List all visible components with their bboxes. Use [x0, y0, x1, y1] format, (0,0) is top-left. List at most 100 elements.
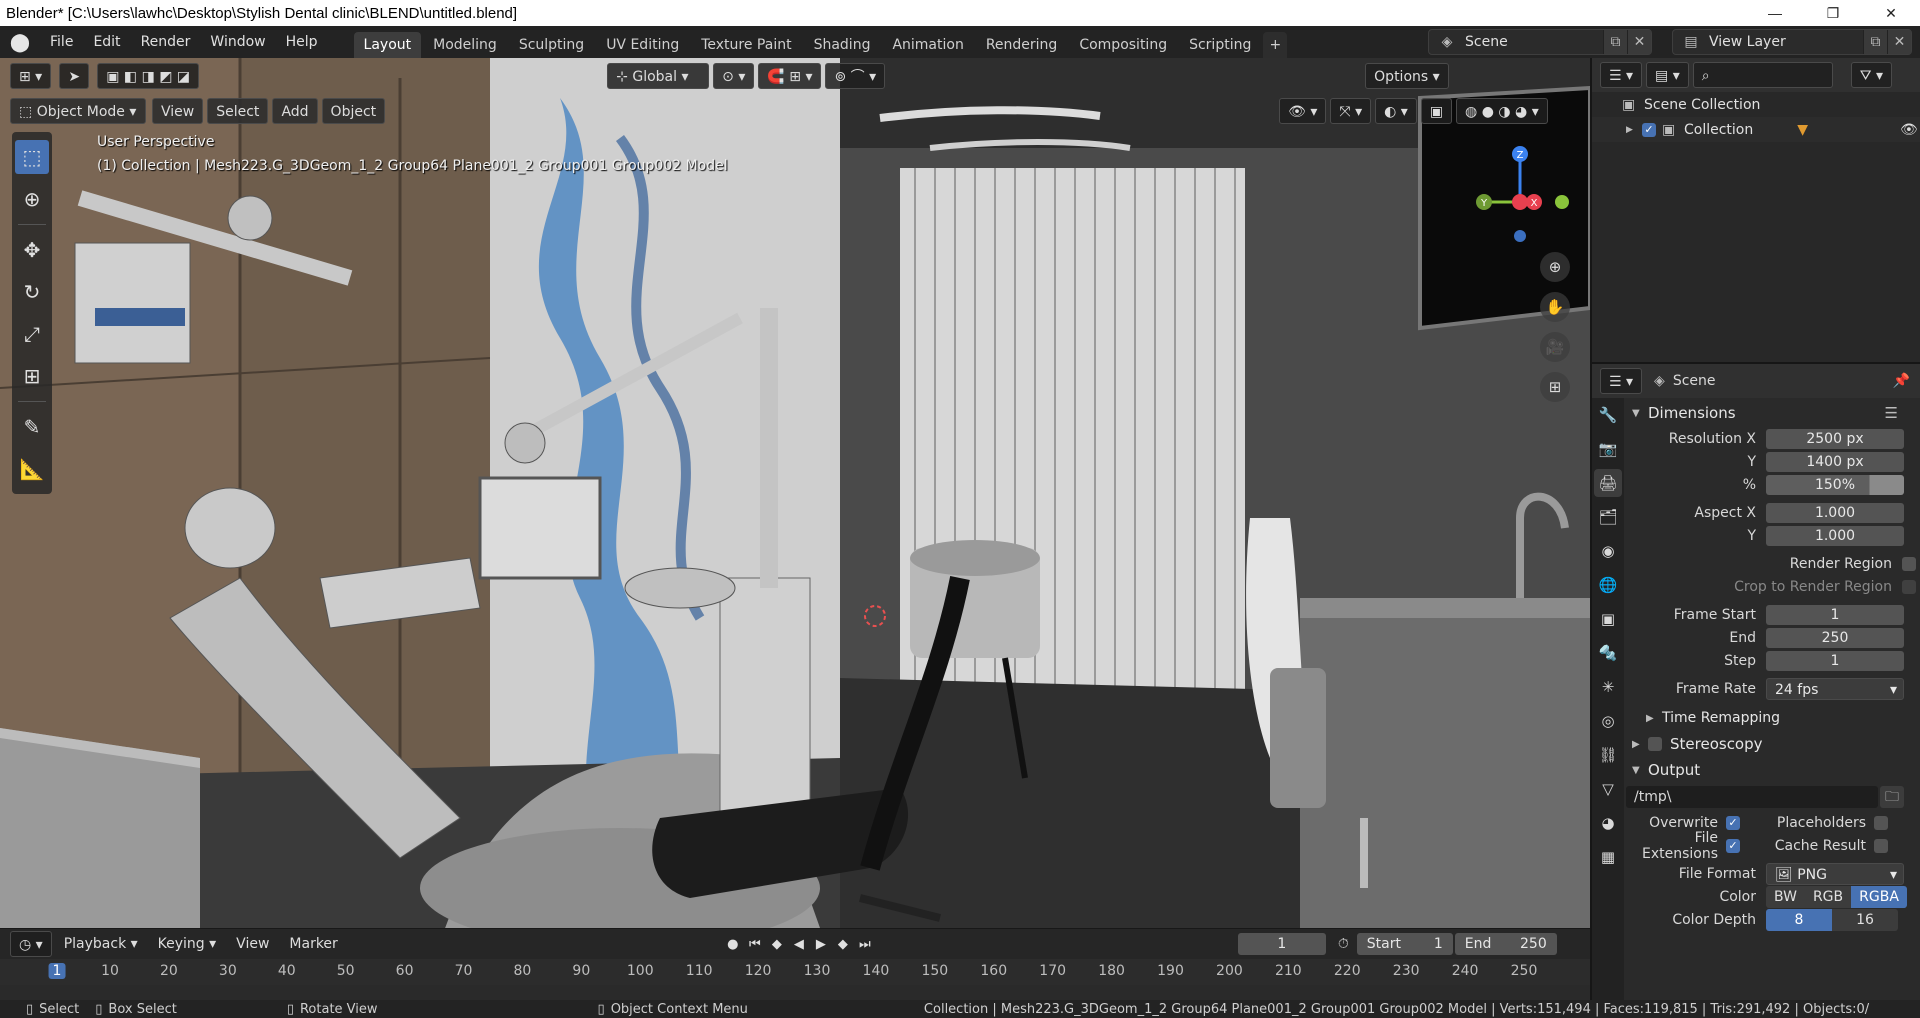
shading-mode-icons[interactable]: ◍ ● ◑ ◕ ▾ [1456, 98, 1548, 124]
stopwatch-icon[interactable]: ⏱ [1338, 936, 1349, 952]
pin-icon[interactable]: 📌 [1893, 373, 1910, 389]
file-extensions-checkbox[interactable]: ✓ [1726, 839, 1740, 853]
time-remapping-panel[interactable]: ▶ Time Remapping [1626, 705, 1920, 731]
select-mode-icons[interactable]: ▣ ◧ ◨ ◩ ◪ [97, 63, 200, 89]
frame-end-field[interactable]: 250 [1766, 628, 1904, 648]
tab-animation[interactable]: Animation [882, 32, 973, 58]
color-bw-option[interactable]: BW [1766, 886, 1805, 908]
add-menu[interactable]: Add [272, 98, 318, 124]
rotate-tool-icon[interactable]: ↻ [15, 275, 49, 309]
annotate-tool-icon[interactable]: ✎ [15, 410, 49, 444]
view-menu[interactable]: View [152, 98, 204, 124]
cache-result-checkbox[interactable] [1874, 839, 1888, 853]
color-rgba-option[interactable]: RGBA [1851, 886, 1907, 908]
tab-modeling[interactable]: Modeling [423, 32, 507, 58]
minimize-button[interactable]: — [1746, 0, 1804, 26]
world-tab-icon[interactable]: 🌐 [1594, 571, 1622, 599]
resolution-y-field[interactable]: 1400 px [1766, 452, 1904, 472]
end-frame-field[interactable]: End 250 [1454, 933, 1557, 955]
visibility-icon[interactable]: 👁 ▾ [1279, 98, 1327, 124]
resolution-x-field[interactable]: 2500 px [1766, 429, 1904, 449]
render-region-checkbox[interactable] [1902, 557, 1916, 571]
next-keyframe-icon[interactable]: ◆ [832, 937, 854, 952]
display-mode-icon[interactable]: ▤ ▾ [1646, 62, 1689, 88]
tab-compositing[interactable]: Compositing [1069, 32, 1177, 58]
color-rgb-option[interactable]: RGB [1804, 886, 1852, 908]
navigation-gizmo[interactable]: Z Y X [1470, 138, 1580, 258]
output-tab-icon[interactable]: 🖨 [1594, 469, 1622, 497]
output-panel-header[interactable]: ▼ Output [1626, 757, 1920, 783]
proportional-edit-toggle[interactable]: ⊚ ⌒ ▾ [825, 63, 886, 89]
object-menu[interactable]: Object [321, 98, 386, 124]
play-reverse-icon[interactable]: ◀ [788, 937, 810, 952]
cursor-tool-icon[interactable]: ⊕ [15, 182, 49, 216]
stereoscopy-panel-header[interactable]: ▶ Stereoscopy [1626, 731, 1920, 757]
3d-viewport[interactable]: ⊞ ▾ ➤ ▣ ◧ ◨ ◩ ◪ ⊹ Global ▾ ⊙ ▾ 🧲 ⊞ ▾ ⊚ ⌒… [0, 58, 1590, 928]
pan-hand-icon[interactable]: ✋ [1540, 292, 1570, 322]
outliner-search-input[interactable]: ⌕ [1692, 62, 1833, 88]
maximize-button[interactable]: ❐ [1804, 0, 1862, 26]
modifier-tab-icon[interactable]: 🔩 [1594, 639, 1622, 667]
gizmo-toggle-icon[interactable]: ⤧ ▾ [1330, 98, 1372, 124]
menu-help[interactable]: Help [276, 26, 328, 58]
menu-edit[interactable]: Edit [83, 26, 130, 58]
color-depth-8-option[interactable]: 8 [1766, 909, 1832, 931]
marker-menu[interactable]: Marker [281, 931, 345, 957]
play-icon[interactable]: ▶ [810, 937, 832, 952]
expand-arrow-icon[interactable]: ▶ [1626, 125, 1642, 135]
texture-tab-icon[interactable]: ▦ [1594, 843, 1622, 871]
constraints-tab-icon[interactable]: ⛓ [1594, 741, 1622, 769]
tab-scripting[interactable]: Scripting [1179, 32, 1261, 58]
prev-keyframe-icon[interactable]: ◆ [766, 937, 788, 952]
crop-region-checkbox[interactable] [1902, 580, 1916, 594]
menu-window[interactable]: Window [200, 26, 275, 58]
object-tab-icon[interactable]: ▣ [1594, 605, 1622, 633]
frame-rate-dropdown[interactable]: 24 fps ▾ [1766, 678, 1904, 700]
playback-menu[interactable]: Playback ▾ [56, 931, 146, 957]
transform-tool-icon[interactable]: ⊞ [15, 359, 49, 393]
ortho-toggle-icon[interactable]: ⊞ [1540, 372, 1570, 402]
color-depth-16-option[interactable]: 16 [1832, 909, 1898, 931]
timeline-ruler[interactable]: 1 10 20 30 40 50 60 70 80 90 100 110 120 130 140 150 160… [0, 959, 1590, 985]
material-tab-icon[interactable]: ◕ [1594, 809, 1622, 837]
dimensions-panel-header[interactable]: ▼ Dimensions ☰ [1626, 400, 1920, 426]
tab-texture-paint[interactable]: Texture Paint [691, 32, 801, 58]
select-menu[interactable]: Select [207, 98, 269, 124]
collection-checkbox[interactable]: ✓ [1642, 122, 1656, 137]
xray-toggle-icon[interactable]: ▣ [1420, 98, 1453, 124]
menu-render[interactable]: Render [131, 26, 201, 58]
camera-view-icon[interactable]: 🎥 [1540, 332, 1570, 362]
frame-step-field[interactable]: 1 [1766, 651, 1904, 671]
properties-editor-type-icon[interactable]: ☰ ▾ [1600, 368, 1643, 394]
stereoscopy-checkbox[interactable] [1648, 737, 1662, 751]
scale-tool-icon[interactable]: ⤢ [15, 317, 49, 351]
placeholders-checkbox[interactable] [1874, 816, 1888, 830]
aspect-x-field[interactable]: 1.000 [1766, 503, 1904, 523]
remove-view-layer-icon[interactable]: ✕ [1887, 30, 1911, 54]
file-format-dropdown[interactable]: 🖼 PNG ▾ [1766, 863, 1904, 885]
current-frame-field[interactable]: 1 [1237, 933, 1326, 955]
select-box-tool-icon[interactable]: ⬚ [15, 140, 49, 174]
remove-scene-icon[interactable]: ✕ [1627, 30, 1651, 54]
outliner-scene-collection[interactable]: ▣ Scene Collection [1592, 92, 1920, 117]
mode-dropdown[interactable]: ⬚ Object Mode ▾ [10, 98, 146, 124]
physics-tab-icon[interactable]: ◎ [1594, 707, 1622, 735]
copy-view-layer-icon[interactable]: ⧉ [1863, 30, 1887, 54]
tab-rendering[interactable]: Rendering [976, 32, 1068, 58]
record-icon[interactable]: ● [722, 937, 744, 952]
object-filter-icon[interactable]: ▼ [1797, 122, 1808, 138]
transform-orientation-dropdown[interactable]: ⊹ Global ▾ [607, 63, 710, 89]
tool-tab-icon[interactable]: 🔧 [1594, 401, 1622, 429]
view-layer-tab-icon[interactable]: 🗂 [1594, 503, 1622, 531]
options-dropdown[interactable]: Options ▾ [1365, 63, 1449, 89]
measure-tool-icon[interactable]: 📐 [15, 452, 49, 486]
view-layer-selector[interactable]: ▤ View Layer ⧉ ✕ [1672, 29, 1912, 55]
editor-type-icon[interactable]: ⊞ ▾ [10, 63, 52, 89]
output-path-field[interactable]: /tmp\ [1626, 786, 1878, 808]
keying-menu[interactable]: Keying ▾ [150, 931, 225, 957]
start-frame-field[interactable]: Start 1 [1356, 933, 1453, 955]
move-tool-icon[interactable]: ✥ [15, 233, 49, 267]
blender-logo-icon[interactable]: ⬤ [0, 26, 40, 58]
timeline-editor-type-icon[interactable]: ◷ ▾ [10, 931, 52, 957]
overwrite-checkbox[interactable]: ✓ [1726, 816, 1740, 830]
